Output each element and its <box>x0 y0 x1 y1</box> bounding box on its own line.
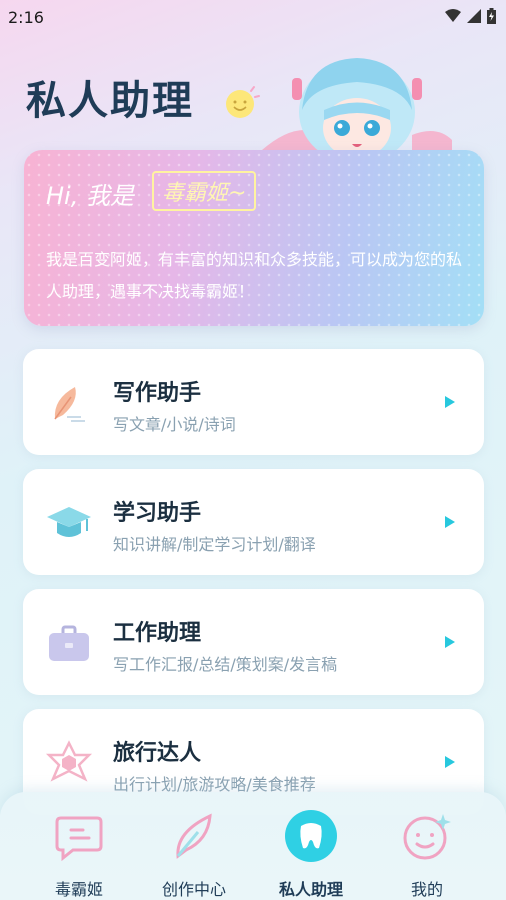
signal-icon <box>467 9 481 23</box>
nav-label: 毒霸姬 <box>54 880 103 899</box>
briefcase-icon <box>49 625 89 661</box>
status-time: 2:16 <box>8 8 44 27</box>
menu-title: 写作助手 <box>113 381 202 406</box>
nav-label: 私人助理 <box>278 880 343 899</box>
battery-icon <box>487 8 496 24</box>
page-title: 私人助理 <box>26 78 194 124</box>
nav-item-dubaji[interactable]: 毒霸姬 <box>19 810 139 899</box>
hero-greeting: Hi, 我是 <box>46 182 134 210</box>
play-arrow-icon <box>445 516 455 528</box>
nav-label: 创作中心 <box>161 880 226 899</box>
nav-item-me[interactable]: 我的 <box>367 810 487 899</box>
play-arrow-icon <box>445 756 455 768</box>
menu-subtitle: 知识讲解/制定学习计划/翻译 <box>113 535 316 554</box>
play-arrow-icon <box>445 636 455 648</box>
graduation-cap-icon <box>47 507 91 537</box>
mascot-illustration <box>262 58 452 160</box>
menu-title: 旅行达人 <box>113 741 202 766</box>
menu-subtitle: 写文章/小说/诗词 <box>113 415 236 434</box>
menu-title: 学习助手 <box>113 501 202 526</box>
quill-icon <box>176 813 212 859</box>
status-icons <box>445 8 496 24</box>
status-bar: 2:16 <box>0 0 506 36</box>
menu-card-work[interactable]: 工作助理 写工作汇报/总结/策划案/发言稿 <box>23 589 484 695</box>
feather-icon <box>54 387 85 422</box>
menu-card-writing[interactable]: 写作助手 写文章/小说/诗词 <box>23 349 484 455</box>
menu-subtitle: 写工作汇报/总结/策划案/发言稿 <box>113 655 338 674</box>
smile-sparkle-icon <box>403 814 451 860</box>
nav-item-personal-assistant[interactable]: 私人助理 <box>251 810 371 899</box>
menu-title: 工作助理 <box>113 621 202 646</box>
nav-label: 我的 <box>410 880 443 899</box>
hero-name-badge: 毒霸姬~ <box>152 171 257 211</box>
travel-star-icon <box>45 740 93 782</box>
wifi-icon <box>445 9 461 22</box>
play-arrow-icon <box>445 396 455 408</box>
sun-smiley-icon <box>226 86 260 118</box>
nav-item-creation-center[interactable]: 创作中心 <box>134 810 254 899</box>
hero-description: 我是百变阿姬，有丰富的知识和众多技能，可以成为您的私人助理，遇事不决找毒霸姬！ <box>46 250 463 301</box>
bottom-nav: 毒霸姬 创作中心 私人助理 我的 <box>0 792 506 900</box>
tooth-icon <box>285 810 337 862</box>
hero-card: Hi, 我是 毒霸姬~ 我是百变阿姬，有丰富的知识和众多技能，可以成为您的私人助… <box>24 150 484 326</box>
chat-icon <box>55 816 103 862</box>
menu-card-study[interactable]: 学习助手 知识讲解/制定学习计划/翻译 <box>23 469 484 575</box>
